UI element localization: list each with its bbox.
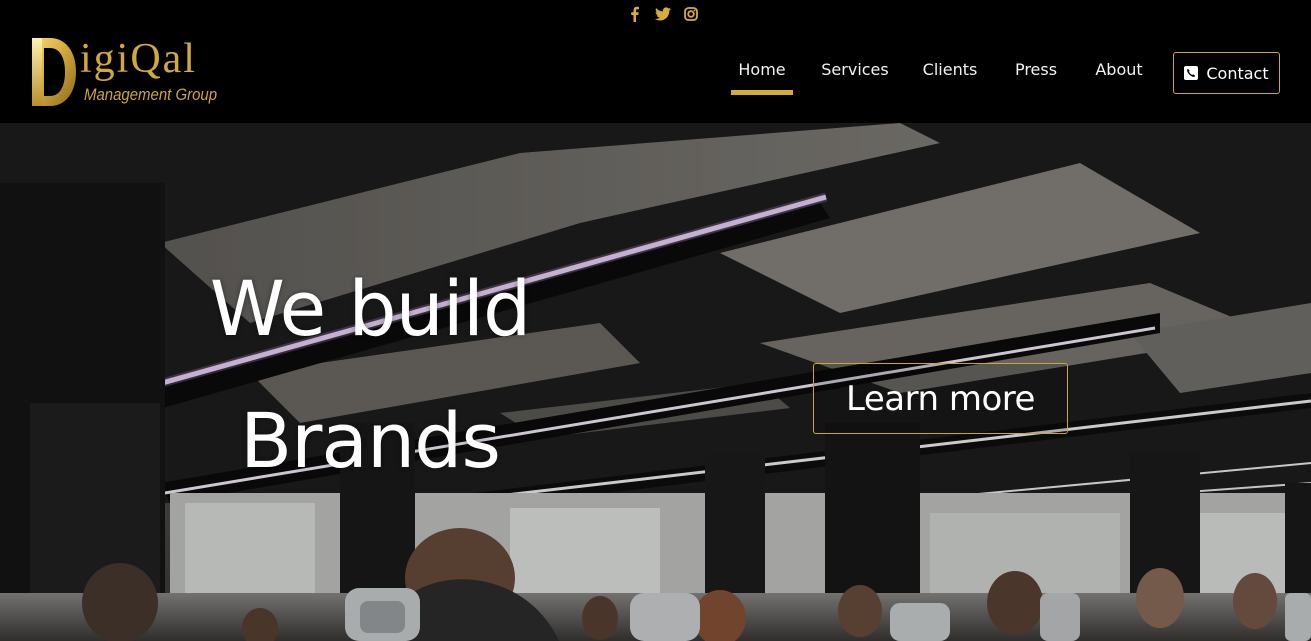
hero-title: We build Brands [120, 243, 620, 507]
facebook-icon[interactable] [627, 6, 643, 22]
contact-button[interactable]: Contact [1173, 52, 1280, 94]
nav-item-label: About [1095, 60, 1143, 79]
nav-item-label: Home [738, 60, 786, 79]
hero-section: We build Brands Learn more [0, 123, 1311, 641]
twitter-icon[interactable] [654, 6, 671, 22]
hero-title-line-1: We build [209, 264, 531, 353]
contact-label: Contact [1206, 63, 1269, 83]
social-bar [0, 0, 1311, 28]
nav-item-home[interactable]: Home [731, 58, 793, 98]
learn-more-button[interactable]: Learn more [813, 363, 1068, 434]
brand-subtitle: Management Group [84, 85, 218, 104]
nav-item-label: Clients [922, 60, 978, 79]
nav-item-clients[interactable]: Clients [922, 58, 978, 98]
nav-item-about[interactable]: About [1095, 58, 1143, 98]
brand-logo[interactable]: igiQal Management Group [30, 36, 230, 110]
brand-name: igiQal [80, 36, 197, 82]
logo-d-mark-icon [32, 38, 76, 106]
nav-item-services[interactable]: Services [821, 58, 889, 98]
site-header: igiQal Management Group Home Services Cl… [0, 28, 1311, 123]
phone-icon [1184, 66, 1199, 80]
hero-title-line-2: Brands [240, 396, 501, 485]
nav-item-label: Press [1014, 60, 1058, 79]
nav-item-press[interactable]: Press [1015, 58, 1057, 98]
instagram-icon[interactable] [683, 6, 699, 22]
nav-item-label: Services [821, 60, 889, 79]
